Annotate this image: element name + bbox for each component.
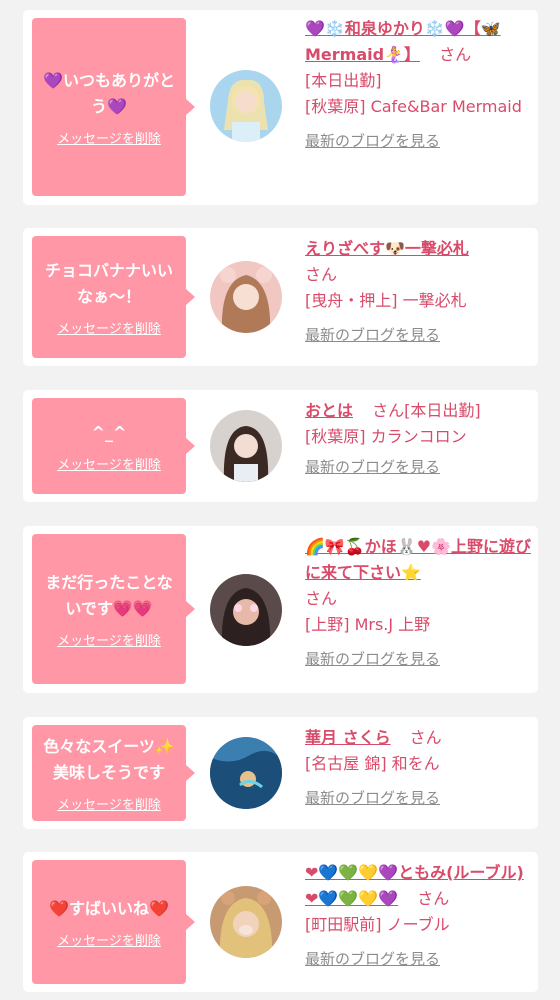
honorific: さん <box>417 889 450 908</box>
shop-name: [秋葉原] カランコロン <box>305 427 467 446</box>
girl-name-link[interactable]: おとは <box>305 401 353 420</box>
delete-message-link[interactable]: メッセージを削除 <box>57 454 161 473</box>
message-card: 💜いつもありがとう💜 メッセージを削除 💜❄️和泉ゆかり❄️💜【🦋Mermaid… <box>23 10 538 205</box>
honorific: さん <box>305 589 338 608</box>
message-bubble: ^_^ メッセージを削除 <box>32 398 195 494</box>
message-bubble: 💜いつもありがとう💜 メッセージを削除 <box>32 18 195 196</box>
delete-message-link[interactable]: メッセージを削除 <box>57 794 161 813</box>
shop-name: [秋葉原] Cafe&Bar Mermaid <box>305 97 522 116</box>
message-text: 色々なスイーツ✨美味しそうです <box>43 736 175 782</box>
girl-avatar[interactable] <box>210 737 282 809</box>
girl-avatar[interactable] <box>210 410 282 482</box>
girl-avatar[interactable] <box>210 70 282 142</box>
message-bubble: 色々なスイーツ✨美味しそうです メッセージを削除 <box>32 725 195 821</box>
girl-name-link[interactable]: 🌈🎀🍒かほ🐰♥🌸上野に遊びに来て下さい⭐ <box>305 537 531 582</box>
latest-blog-link[interactable]: 最新のブログを見る <box>305 454 440 480</box>
message-bubble: まだ行ったことないです💗💗 メッセージを削除 <box>32 534 195 684</box>
message-card: 色々なスイーツ✨美味しそうです メッセージを削除 華月 さくら さん [名古屋 … <box>23 717 538 829</box>
latest-blog-link[interactable]: 最新のブログを見る <box>305 946 440 972</box>
message-text: 💜いつもありがとう💜 <box>43 70 175 116</box>
message-card: ^_^ メッセージを削除 おとは さん[本日出勤] [秋葉原] カランコロン 最… <box>23 390 538 502</box>
girl-info: おとは さん[本日出勤] [秋葉原] カランコロン 最新のブログを見る <box>305 398 533 480</box>
message-bubble: チョコバナナいいなぁ〜！ メッセージを削除 <box>32 236 195 358</box>
message-text: チョコバナナいいなぁ〜！ <box>44 260 173 306</box>
honorific: さん <box>372 401 405 420</box>
message-list: 💜いつもありがとう💜 メッセージを削除 💜❄️和泉ゆかり❄️💜【🦋Mermaid… <box>0 0 560 1000</box>
delete-message-link[interactable]: メッセージを削除 <box>57 128 161 147</box>
girl-name-link[interactable]: えりざべす🐶一撃必札 <box>305 239 469 258</box>
delete-message-link[interactable]: メッセージを削除 <box>57 930 161 949</box>
honorific: さん <box>305 265 338 284</box>
message-text: まだ行ったことないです💗💗 <box>45 572 173 618</box>
delete-message-link[interactable]: メッセージを削除 <box>57 630 161 649</box>
message-card: まだ行ったことないです💗💗 メッセージを削除 🌈🎀🍒かほ🐰♥🌸上野に遊びに来て下… <box>23 526 538 693</box>
girl-avatar[interactable] <box>210 886 282 958</box>
honorific: さん <box>409 728 442 747</box>
girl-info: えりざべす🐶一撃必札 さん [曳舟・押上] 一撃必札 最新のブログを見る <box>305 236 533 348</box>
girl-info: 華月 さくら さん [名古屋 錦] 和をん 最新のブログを見る <box>305 725 533 811</box>
message-text: ^_^ <box>91 422 127 442</box>
message-card: ❤️すばいいね❤️ メッセージを削除 ❤💙💚💛💜ともみ(ルーブル)❤💙💚💛💜 さ… <box>23 852 538 992</box>
latest-blog-link[interactable]: 最新のブログを見る <box>305 128 440 154</box>
girl-name-link[interactable]: 💜❄️和泉ゆかり❄️💜【🦋Mermaid🧜‍♀️】 <box>305 19 501 64</box>
shop-name: [町田駅前] ノーブル <box>305 915 450 934</box>
message-text: ❤️すばいいね❤️ <box>49 898 169 918</box>
shop-name: [名古屋 錦] 和をん <box>305 754 440 773</box>
shop-name: [上野] Mrs.J 上野 <box>305 615 431 634</box>
shop-name: [曳舟・押上] 一撃必札 <box>305 291 467 310</box>
girl-info: 🌈🎀🍒かほ🐰♥🌸上野に遊びに来て下さい⭐ さん [上野] Mrs.J 上野 最新… <box>305 534 533 672</box>
girl-detail: [本日出勤] <box>305 71 382 90</box>
girl-info: 💜❄️和泉ゆかり❄️💜【🦋Mermaid🧜‍♀️】 さん [本日出勤] [秋葉原… <box>305 16 533 154</box>
girl-info: ❤💙💚💛💜ともみ(ルーブル)❤💙💚💛💜 さん [町田駅前] ノーブル 最新のブロ… <box>305 860 533 972</box>
message-bubble: ❤️すばいいね❤️ メッセージを削除 <box>32 860 195 984</box>
delete-message-link[interactable]: メッセージを削除 <box>57 318 161 337</box>
latest-blog-link[interactable]: 最新のブログを見る <box>305 646 440 672</box>
message-card: チョコバナナいいなぁ〜！ メッセージを削除 えりざべす🐶一撃必札 さん [曳舟・… <box>23 228 538 366</box>
girl-avatar[interactable] <box>210 261 282 333</box>
girl-name-link[interactable]: ❤💙💚💛💜ともみ(ルーブル)❤💙💚💛💜 <box>305 863 524 908</box>
latest-blog-link[interactable]: 最新のブログを見る <box>305 785 440 811</box>
girl-name-link[interactable]: 華月 さくら <box>305 728 391 747</box>
girl-avatar[interactable] <box>210 574 282 646</box>
honorific: さん <box>439 45 472 64</box>
girl-detail: [本日出勤] <box>404 401 481 420</box>
latest-blog-link[interactable]: 最新のブログを見る <box>305 322 440 348</box>
